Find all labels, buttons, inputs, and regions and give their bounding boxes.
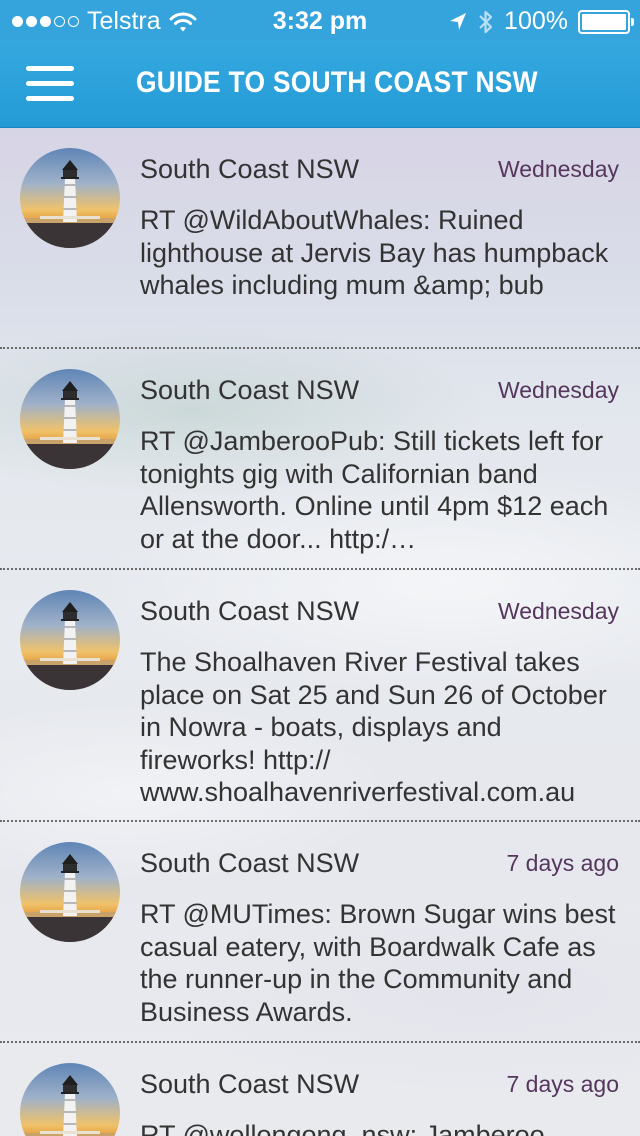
page-title: GUIDE TO SOUTH COAST NSW	[136, 66, 538, 99]
tweet-item[interactable]: South Coast NSW Wednesday RT @JamberooPu…	[0, 349, 640, 570]
tweet-text: RT @wollongong_nsw: Jamberoo	[140, 1120, 545, 1136]
tweet-time: Wednesday	[497, 156, 619, 182]
tweet-item[interactable]: South Coast NSW 7 days ago RT @wollongon…	[0, 1043, 640, 1136]
tweet-text: RT @MUTimes: Brown Sugar wins best casua…	[140, 899, 616, 1027]
battery-icon	[578, 9, 634, 34]
avatar	[20, 148, 120, 248]
tweet-time: 7 days ago	[506, 1071, 619, 1097]
battery-fill	[582, 13, 626, 30]
tweet-author: South Coast NSW	[140, 154, 360, 184]
tweet-item[interactable]: South Coast NSW Wednesday The Shoalhaven…	[0, 570, 640, 822]
navigation-bar: GUIDE TO SOUTH COAST NSW	[0, 40, 640, 128]
tweet-text: RT @JamberooPub: Still tickets left for …	[140, 426, 609, 554]
battery-percent: 100%	[504, 7, 568, 35]
tweet-author: South Coast NSW	[140, 848, 360, 878]
tweet-feed[interactable]: South Coast NSW Wednesday RT @WildAboutW…	[0, 128, 640, 1136]
avatar	[20, 369, 120, 469]
avatar	[20, 1063, 120, 1136]
hamburger-menu-icon[interactable]	[26, 66, 74, 102]
location-arrow-icon	[450, 12, 467, 30]
tweet-author: South Coast NSW	[140, 1069, 360, 1099]
tweet-author: South Coast NSW	[140, 375, 360, 405]
tweet-time: Wednesday	[497, 598, 619, 624]
tweet-item[interactable]: South Coast NSW 7 days ago RT @MUTimes: …	[0, 822, 640, 1043]
bluetooth-icon	[479, 10, 493, 33]
tweet-time: 7 days ago	[506, 850, 619, 876]
tweet-author: South Coast NSW	[140, 596, 360, 626]
tweet-text: RT @WildAboutWhales: Ruined lighthouse a…	[140, 205, 609, 300]
tweet-item[interactable]: South Coast NSW Wednesday RT @WildAboutW…	[0, 128, 640, 349]
tweet-text: The Shoalhaven River Festival takes plac…	[140, 647, 607, 807]
status-right: 100%	[448, 7, 634, 36]
tweet-time: Wednesday	[497, 377, 619, 403]
avatar	[20, 842, 120, 942]
avatar	[20, 590, 120, 690]
status-bar: Telstra 3:32 pm 100%	[0, 0, 640, 40]
